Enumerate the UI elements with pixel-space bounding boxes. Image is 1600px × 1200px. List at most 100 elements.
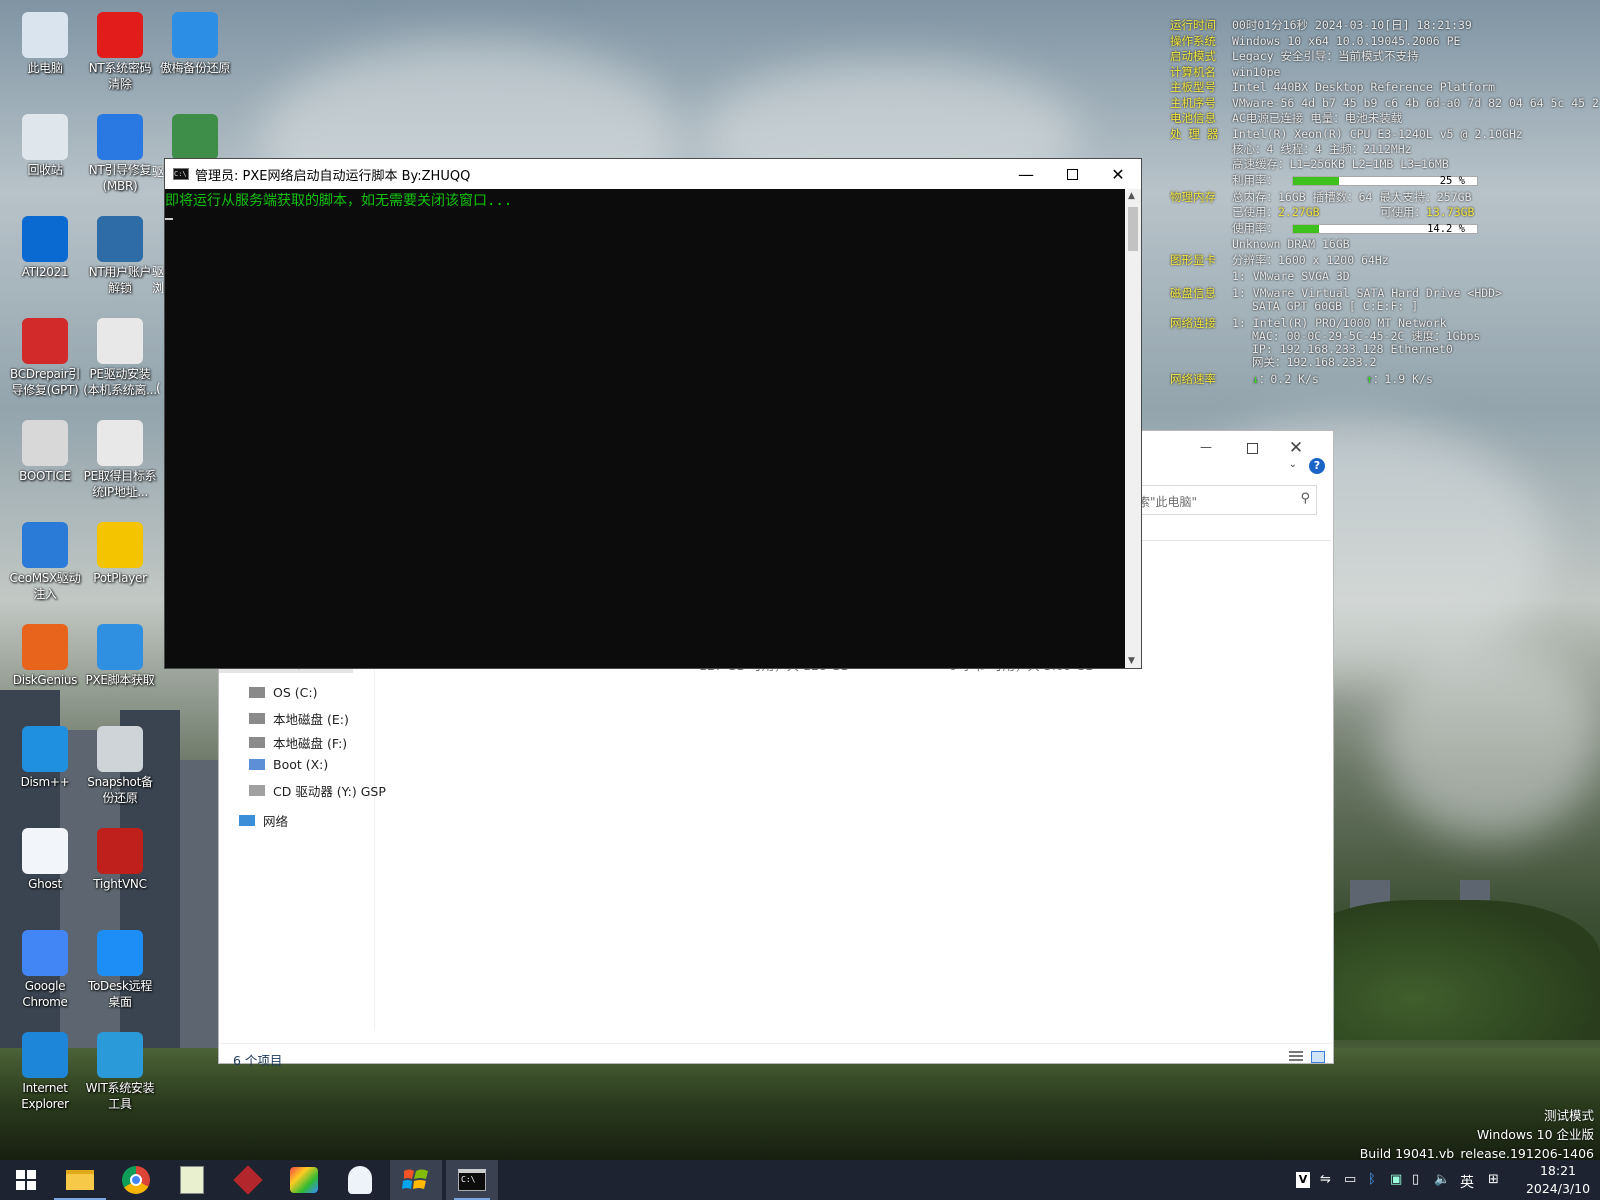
tray-usb-icon[interactable]: ▯ (1412, 1172, 1419, 1187)
windows-logo-icon[interactable] (390, 1160, 442, 1200)
desktop-icon[interactable]: CeoMSX驱动注入 (8, 516, 82, 616)
system-info-key: 启动模式 (1170, 49, 1216, 63)
cpu-detail: 核心：4 线程：4 主频：2112MHz (1232, 142, 1412, 156)
ghost-icon[interactable] (334, 1160, 386, 1200)
scroll-thumb[interactable] (1128, 207, 1138, 251)
large-icons-view-icon[interactable] (1311, 1051, 1325, 1063)
recycle-bin-icon (22, 114, 68, 160)
tray-clock[interactable]: 18:21 2024/3/10 (1516, 1162, 1600, 1198)
tray-keyboard-icon[interactable]: ⊞ (1488, 1172, 1499, 1187)
system-info-value: 00时01分16秒 2024-03-10[日] 18:21:39 (1232, 18, 1472, 32)
wrench-icon (97, 114, 143, 160)
desktop-icon-label: Internet Explorer (21, 1081, 69, 1111)
cmd-console[interactable]: 即将运行从服务端获取的脚本，如无需要关闭该窗口... (165, 189, 1125, 668)
upload-arrow-icon: ↑ (1366, 372, 1373, 386)
help-icon[interactable]: ? (1309, 458, 1325, 474)
nav-item[interactable]: CD 驱动器 (Y:) GSP (249, 781, 386, 800)
cmd-title-bar[interactable]: C:\ 管理员: PXE网络启动自动运行脚本 By:ZHUQQ — ✕ (165, 159, 1141, 189)
search-box[interactable]: 搜索"此电脑" ⚲ (1121, 485, 1317, 515)
desktop-icon[interactable]: NT系统密码清除 (83, 6, 157, 106)
ie-icon (22, 1032, 68, 1078)
chrome-icon[interactable] (110, 1160, 162, 1200)
explorer-maximize-button[interactable] (1237, 436, 1267, 460)
desktop-icon[interactable]: Ghost (8, 822, 82, 922)
nav-item[interactable]: 本地磁盘 (F:) (249, 733, 347, 752)
gears-icon (97, 420, 143, 466)
desktop-icon[interactable]: 傲梅备份还原 (158, 6, 232, 106)
desktop-icon[interactable]: PXE脚本获取 (83, 618, 157, 718)
desktop-icon[interactable]: Internet Explorer (8, 1026, 82, 1126)
taskbar: C:\ V ⇋ ▭ ᛒ ▣ ▯ 🔈 英 ⊞ 18:21 2024/3/10 (0, 1160, 1600, 1200)
desktop-icon[interactable]: NT用户账户解锁 (83, 210, 157, 310)
desktop-icon[interactable]: ATI2021 (8, 210, 82, 310)
scroll-down-arrow-icon[interactable]: ▼ (1128, 656, 1135, 666)
tray-volume-icon[interactable]: 🔈 (1434, 1172, 1450, 1187)
desktop-icon[interactable]: PotPlayer (83, 516, 157, 616)
cmd-icon[interactable]: C:\ (446, 1160, 498, 1200)
cmd-scrollbar[interactable]: ▲ ▼ (1125, 189, 1141, 668)
system-info-value: Legacy 安全引导：当前模式不支持 (1232, 49, 1419, 63)
cpu-usage-bar: 25 % (1292, 175, 1478, 187)
system-info-row: 电池信息 AC电源已连接 电量：电池未装载 (1170, 111, 1402, 127)
nav-item-label: 本地磁盘 (E:) (273, 712, 349, 727)
desktop-icon[interactable]: BOOTICE (8, 414, 82, 514)
cmd-close-button[interactable]: ✕ (1095, 159, 1141, 189)
user-unlock-icon (97, 216, 143, 262)
tray-network-icon[interactable]: ▭ (1344, 1172, 1356, 1187)
tray-network-share-icon[interactable]: ⇋ (1320, 1172, 1331, 1187)
cmd-minimize-button[interactable]: — (1003, 159, 1049, 189)
notepad-icon[interactable] (166, 1160, 218, 1200)
explorer-minimize-button[interactable]: — (1191, 435, 1221, 459)
desktop-icon[interactable]: DiskGenius (8, 618, 82, 718)
network-key: 网络连接 (1170, 316, 1216, 330)
file-explorer-icon[interactable] (54, 1160, 106, 1200)
search-icon[interactable]: ⚲ (1300, 491, 1310, 506)
desktop-icon-label: NT引导修复(MBR) (88, 163, 152, 193)
computer-icon (22, 12, 68, 58)
desktop-icon[interactable]: TightVNC (83, 822, 157, 922)
gpu-name: 1: VMware SVGA 3D (1232, 269, 1350, 283)
memory-usage-bar: 14.2 % (1292, 223, 1478, 235)
nav-item[interactable]: Boot (X:) (249, 757, 328, 772)
desktop-icon[interactable]: Dism++ (8, 720, 82, 820)
scroll-up-arrow-icon[interactable]: ▲ (1128, 191, 1135, 201)
nav-item-label: 网络 (263, 814, 289, 829)
desktop-icon[interactable]: 回收站 (8, 108, 82, 208)
desktop-icon[interactable]: 此电脑 (8, 6, 82, 106)
desktop-icon[interactable]: WIT系统安装工具 (83, 1026, 157, 1126)
desktop-icon[interactable]: Snapshot备份还原 (83, 720, 157, 820)
download-arrow-icon: ↓ (1252, 372, 1259, 386)
paint-icon[interactable] (278, 1160, 330, 1200)
tray-bluetooth-icon[interactable]: ᛒ (1368, 1172, 1376, 1187)
wallpaper-trees (1290, 900, 1600, 1040)
nav-item[interactable]: OS (C:) (249, 685, 317, 700)
nav-item[interactable]: 本地磁盘 (E:) (249, 709, 349, 728)
desktop-icon[interactable]: BCDrepair引导修复(GPT) (8, 312, 82, 412)
nav-item-label: 本地磁盘 (F:) (273, 736, 348, 751)
ribbon-expand-chevron-icon[interactable]: ⌄ (1289, 459, 1297, 470)
details-view-icon[interactable] (1289, 1051, 1303, 1063)
desktop-icon[interactable]: ToDesk远程桌面 (83, 924, 157, 1024)
gpu-key: 图形显卡 (1170, 253, 1216, 267)
memory-total: 总内存：16GB 插槽数：64 最大支持：257GB (1232, 190, 1472, 204)
package-icon[interactable] (222, 1160, 274, 1200)
system-info-key: 处 理 器 (1170, 126, 1219, 141)
cmd-maximize-button[interactable] (1049, 159, 1095, 189)
explorer-close-button[interactable]: ✕ (1281, 435, 1311, 461)
desktop-icon[interactable]: Google Chrome (8, 924, 82, 1024)
tray-app-icon[interactable]: ▣ (1390, 1172, 1402, 1187)
system-info-row: 计算机名 win10pe (1170, 65, 1280, 81)
acronis-icon (22, 216, 68, 262)
desktop-icon[interactable]: PE驱动安装(本机系统离... (83, 312, 157, 412)
tray-vnc-icon[interactable]: V (1296, 1172, 1310, 1188)
start-icon[interactable] (0, 1160, 52, 1200)
desktop-icon[interactable]: NT引导修复(MBR) (83, 108, 157, 208)
memory-avail-row: 可使用：13.73GB (1380, 205, 1475, 219)
memory-usage-label: 使用率： (1232, 221, 1278, 235)
cmd-title: 管理员: PXE网络启动自动运行脚本 By:ZHUQQ (195, 168, 471, 184)
desktop-icon-label: WIT系统安装工具 (85, 1081, 155, 1111)
cmd-window[interactable]: C:\ 管理员: PXE网络启动自动运行脚本 By:ZHUQQ — ✕ 即将运行… (164, 158, 1142, 669)
tray-ime-indicator[interactable]: 英 (1460, 1172, 1474, 1192)
nav-item[interactable]: 网络 (239, 811, 288, 830)
desktop-icon[interactable]: PE取得目标系统IP地址... (83, 414, 157, 514)
